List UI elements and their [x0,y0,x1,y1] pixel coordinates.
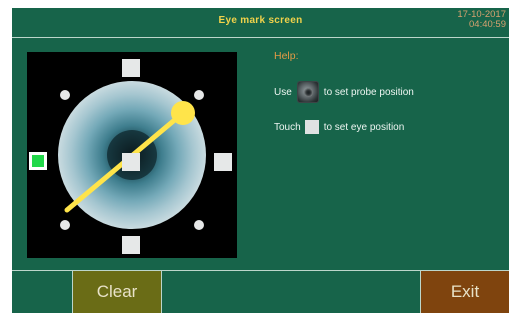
exit-button[interactable]: Exit [421,271,509,313]
marker-bottom-left[interactable] [60,220,70,230]
marker-right[interactable] [214,153,232,171]
marker-bottom-right[interactable] [194,220,204,230]
clear-button[interactable]: Clear [73,271,161,313]
eye-panel[interactable] [27,52,237,258]
help-line-eye-prefix: Touch [274,121,301,133]
marker-center[interactable] [122,153,140,171]
header-divider [12,37,509,38]
screen-title: Eye mark screen [218,15,303,26]
marker-top-right[interactable] [194,90,204,100]
probe-handle[interactable] [171,101,195,125]
eye-mark-screen: Eye mark screen 17-10-2017 04:40:59 Help… [12,8,509,313]
marker-top[interactable] [122,59,140,77]
help-line-eye: Touch to set eye position [274,120,404,134]
help-title: Help: [274,50,299,62]
help-line-eye-suffix: to set eye position [323,121,405,133]
header-bar: Eye mark screen 17-10-2017 04:40:59 [12,8,509,37]
marker-left-selected-fill [32,155,44,167]
help-line-probe: Use to set probe position [274,81,414,103]
marker-top-left[interactable] [60,90,70,100]
marker-bottom[interactable] [122,236,140,254]
square-marker-icon [304,120,319,134]
eye-diagram [29,59,232,254]
help-line-probe-prefix: Use [274,86,292,98]
help-line-probe-suffix: to set probe position [323,86,414,98]
footer-divider-mid [161,271,162,313]
datetime-display: 17-10-2017 04:40:59 [457,10,506,30]
time-text: 04:40:59 [469,19,506,30]
probe-knob-icon [296,81,319,103]
